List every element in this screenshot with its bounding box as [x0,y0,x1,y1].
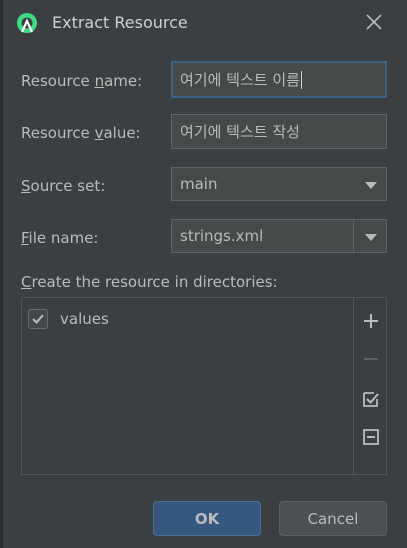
plus-icon [364,314,378,328]
select-all-button[interactable] [360,388,382,410]
directories-list-panel: values [21,297,387,475]
combo-separator [353,220,354,252]
directories-label: Create the resource in directories: [21,273,278,291]
resource-name-input[interactable]: 여기에 텍스트 이름 [171,61,387,98]
resource-value-value: 여기에 텍스트 작성 [180,123,300,141]
remove-directory-button[interactable] [360,348,382,370]
ok-button[interactable]: OK [153,501,261,536]
add-directory-button[interactable] [360,310,382,332]
dialog-title: Extract Resource [52,13,188,32]
file-name-combobox[interactable]: strings.xml [171,219,387,253]
list-item[interactable]: values [28,308,109,330]
file-name-label: File name: [21,229,99,247]
uncheck-all-icon [363,429,379,445]
close-icon[interactable] [362,10,386,34]
directories-toolbar [353,298,386,474]
extract-resource-dialog: Extract Resource Resource name: 여기에 텍스트 … [0,0,407,548]
source-set-dropdown[interactable]: main [171,167,387,201]
source-set-selected: main [180,175,218,193]
resource-name-label: Resource name: [21,72,143,90]
cancel-button[interactable]: Cancel [279,501,387,536]
text-caret [300,70,302,89]
list-item-label: values [60,310,109,328]
resource-value-input[interactable]: 여기에 텍스트 작성 [171,114,387,149]
source-set-label: Source set: [21,177,106,195]
resource-name-value: 여기에 텍스트 이름 [180,71,300,89]
title-bar: Extract Resource [0,0,407,46]
android-studio-icon [17,13,37,33]
values-checkbox[interactable] [28,309,48,329]
file-name-selected: strings.xml [180,227,264,245]
chevron-down-icon[interactable] [362,228,380,246]
checkmark-icon [32,314,44,324]
chevron-down-icon [365,182,377,189]
window-edge [0,0,3,548]
unselect-all-button[interactable] [360,426,382,448]
resource-value-label: Resource value: [21,124,141,142]
minus-icon [364,358,378,360]
directories-list[interactable]: values [22,298,353,474]
check-all-icon [363,392,379,407]
